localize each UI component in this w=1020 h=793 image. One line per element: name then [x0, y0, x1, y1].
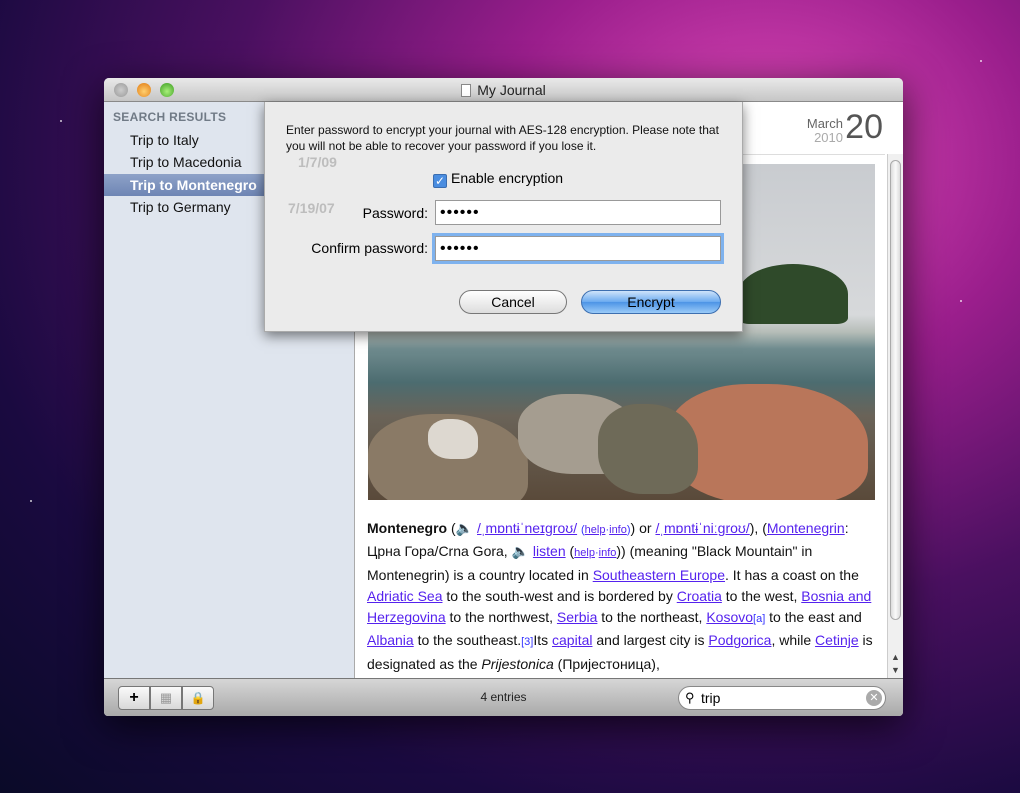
t: ) or	[630, 520, 656, 536]
link[interactable]: Kosovo	[706, 609, 753, 625]
title-bar[interactable]: My Journal	[104, 78, 903, 102]
link[interactable]: Croatia	[677, 588, 722, 604]
window-title: My Journal	[104, 82, 903, 98]
t: (	[447, 520, 456, 536]
link[interactable]: info	[599, 547, 617, 559]
checkbox-label: Enable encryption	[451, 170, 564, 186]
link[interactable]: listen	[533, 543, 566, 559]
t: Montenegro	[367, 520, 448, 536]
scroll-thumb[interactable]	[890, 160, 901, 620]
link[interactable]: Cetinje	[815, 632, 859, 648]
document-icon	[461, 84, 472, 97]
link[interactable]: Southeastern Europe	[593, 567, 725, 583]
month: March	[806, 116, 843, 131]
link[interactable]: /ˌmɒntɨˈniːɡroʊ/	[655, 520, 749, 536]
confirm-password-field[interactable]: ••••••	[435, 236, 721, 261]
link[interactable]: Albania	[367, 632, 414, 648]
footnote[interactable]: [3]	[521, 636, 533, 648]
speaker-icon: 🔈	[455, 520, 474, 536]
search-icon: ⚲	[685, 690, 695, 705]
link[interactable]: help	[585, 524, 606, 536]
link[interactable]: info	[609, 524, 627, 536]
t: Prijestonica	[481, 655, 554, 672]
vertical-scrollbar[interactable]: ▲ ▼	[887, 154, 903, 678]
day: 20	[845, 108, 883, 146]
encrypt-button[interactable]: Encrypt	[581, 290, 721, 314]
t: (	[565, 543, 575, 560]
sidebar-header: SEARCH RESULTS	[113, 110, 227, 124]
bottom-toolbar: + ▦ 🔒 4 entries ⚲ trip ✕	[104, 678, 903, 716]
scroll-up-arrow-icon[interactable]: ▲	[891, 652, 900, 662]
link[interactable]: Serbia	[557, 609, 597, 625]
year: 2010	[814, 130, 843, 145]
t: to the east and	[765, 609, 862, 626]
password-field[interactable]: ••••••	[435, 200, 721, 225]
dialog-message: Enter password to encrypt your journal w…	[286, 123, 719, 153]
t: (Пријестоница),	[553, 655, 660, 672]
t: to the northeast,	[597, 609, 707, 626]
link[interactable]: capital	[552, 632, 592, 648]
link[interactable]: help	[574, 547, 595, 559]
link[interactable]: Adriatic Sea	[367, 588, 442, 604]
checkmark-icon: ✓	[433, 174, 447, 188]
speaker-icon: 🔈	[511, 543, 530, 560]
enable-encryption-checkbox[interactable]: ✓ Enable encryption	[433, 170, 563, 188]
confirm-password-label: Confirm password:	[311, 240, 428, 256]
t: , while	[771, 632, 816, 649]
entry-date: 1/7/09	[298, 154, 337, 170]
encryption-dialog: Enter password to encrypt your journal w…	[264, 102, 743, 332]
t: to the southeast.	[413, 632, 522, 649]
t: and largest city is	[592, 632, 709, 649]
search-value[interactable]: trip	[701, 690, 720, 706]
t: Its	[533, 632, 553, 649]
t: . It has a coast on the	[725, 566, 859, 583]
t: to the northwest,	[445, 609, 557, 626]
link[interactable]: Montenegrin	[767, 520, 845, 536]
link[interactable]: Podgorica	[708, 632, 771, 648]
t: to the south-west and is bordered by	[442, 587, 677, 604]
footnote[interactable]: [a]	[753, 613, 765, 625]
entry-date-display: March 2010 20	[783, 108, 883, 150]
clear-search-icon[interactable]: ✕	[866, 690, 882, 706]
cancel-button[interactable]: Cancel	[459, 290, 567, 314]
article-text: Montenegro (🔈 /ˌmɒntɨˈneɪɡroʊ/ (help·inf…	[367, 520, 873, 672]
t: ), (	[749, 520, 767, 536]
search-field[interactable]: ⚲ trip ✕	[678, 686, 886, 710]
entry-date: 7/19/07	[288, 200, 335, 216]
link[interactable]: /ˌmɒntɨˈneɪɡroʊ/	[477, 520, 577, 536]
scroll-down-arrow-icon[interactable]: ▼	[891, 665, 900, 675]
window-title-text: My Journal	[477, 82, 546, 98]
t: to the west,	[721, 587, 802, 604]
